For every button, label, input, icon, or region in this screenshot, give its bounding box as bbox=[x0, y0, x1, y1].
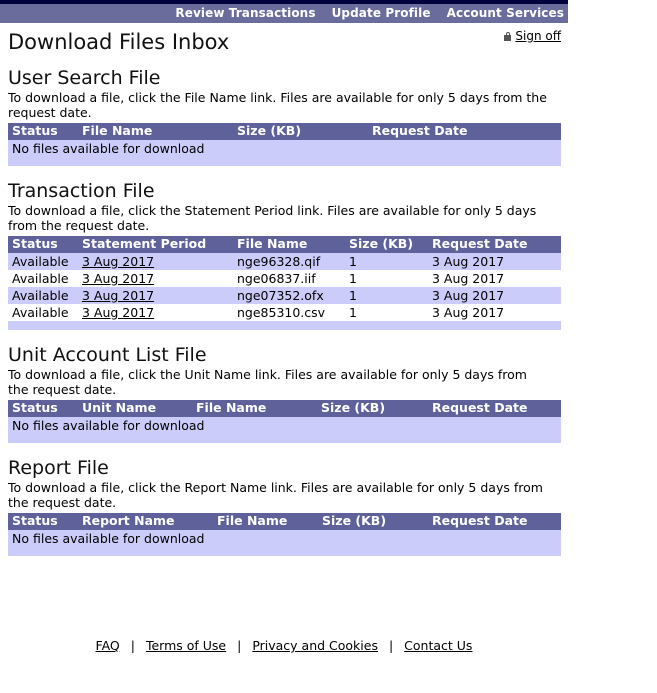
table-footer-strip bbox=[8, 157, 561, 166]
column-header-statement-period: Statement Period bbox=[82, 236, 237, 253]
sign-off[interactable]: Sign off bbox=[504, 29, 561, 43]
cell-statement-period[interactable]: 3 Aug 2017 bbox=[82, 304, 237, 321]
top-navigation: Review Transactions Update Profile Accou… bbox=[0, 0, 568, 23]
section-description: To download a file, click the Report Nam… bbox=[8, 480, 543, 510]
cell-size: 1 bbox=[349, 253, 432, 270]
column-header-size: Size (KB) bbox=[321, 400, 432, 417]
cell-request-date: 3 Aug 2017 bbox=[432, 253, 561, 270]
table-row: Available 3 Aug 2017 nge07352.ofx 1 3 Au… bbox=[8, 287, 561, 304]
column-header-request-date: Request Date bbox=[432, 236, 561, 253]
cell-size: 1 bbox=[349, 270, 432, 287]
nav-item-review-transactions[interactable]: Review Transactions bbox=[175, 4, 315, 23]
section-title: Report File bbox=[8, 457, 109, 479]
cell-status: Available bbox=[8, 270, 82, 287]
page-content: Download Files Inbox Sign off User Searc… bbox=[0, 23, 657, 556]
cell-file-name: nge07352.ofx bbox=[237, 287, 349, 304]
table-header-row: Status File Name Size (KB) Request Date bbox=[8, 123, 561, 140]
table-row: Available 3 Aug 2017 nge96328.qif 1 3 Au… bbox=[8, 253, 561, 270]
footer-link-terms-of-use[interactable]: Terms of Use bbox=[146, 638, 226, 653]
report-file-table: Status Report Name File Name Size (KB) R… bbox=[8, 513, 561, 547]
cell-statement-period[interactable]: 3 Aug 2017 bbox=[82, 270, 237, 287]
cell-request-date: 3 Aug 2017 bbox=[432, 304, 561, 321]
cell-status: Available bbox=[8, 287, 82, 304]
cell-status: Available bbox=[8, 304, 82, 321]
cell-file-name: nge85310.csv bbox=[237, 304, 349, 321]
column-header-size: Size (KB) bbox=[349, 236, 432, 253]
cell-file-name: nge06837.iif bbox=[237, 270, 349, 287]
column-header-request-date: Request Date bbox=[432, 513, 561, 530]
cell-file-name: nge96328.qif bbox=[237, 253, 349, 270]
table-row: Available 3 Aug 2017 nge06837.iif 1 3 Au… bbox=[8, 270, 561, 287]
footer-separator: | bbox=[237, 638, 242, 653]
column-header-file-name: File Name bbox=[196, 400, 321, 417]
column-header-status: Status bbox=[8, 400, 82, 417]
cell-status: Available bbox=[8, 253, 82, 270]
column-header-status: Status bbox=[8, 236, 82, 253]
footer: FAQ | Terms of Use | Privacy and Cookies… bbox=[0, 638, 568, 653]
section-transaction-file: Transaction File To download a file, cli… bbox=[8, 180, 649, 330]
column-header-request-date: Request Date bbox=[372, 123, 561, 140]
empty-message: No files available for download bbox=[8, 530, 561, 547]
section-title: Transaction File bbox=[8, 180, 155, 202]
user-search-file-table: Status File Name Size (KB) Request Date … bbox=[8, 123, 561, 157]
footer-link-privacy-and-cookies[interactable]: Privacy and Cookies bbox=[252, 638, 378, 653]
section-user-search-file: User Search File To download a file, cli… bbox=[8, 67, 649, 166]
column-header-file-name: File Name bbox=[237, 236, 349, 253]
table-header-row: Status Report Name File Name Size (KB) R… bbox=[8, 513, 561, 530]
table-row-empty: No files available for download bbox=[8, 530, 561, 547]
section-description: To download a file, click the File Name … bbox=[8, 90, 547, 120]
nav-item-update-profile[interactable]: Update Profile bbox=[332, 4, 431, 23]
footer-separator: | bbox=[388, 638, 394, 653]
section-description: To download a file, click the Statement … bbox=[8, 203, 537, 233]
column-header-status: Status bbox=[8, 513, 82, 530]
table-footer-strip bbox=[8, 321, 561, 330]
table-footer-strip bbox=[8, 547, 561, 556]
column-header-file-name: File Name bbox=[217, 513, 322, 530]
table-row: Available 3 Aug 2017 nge85310.csv 1 3 Au… bbox=[8, 304, 561, 321]
cell-statement-period[interactable]: 3 Aug 2017 bbox=[82, 287, 237, 304]
lock-icon bbox=[504, 31, 512, 41]
empty-message: No files available for download bbox=[8, 417, 561, 434]
table-header-row: Status Statement Period File Name Size (… bbox=[8, 236, 561, 253]
transaction-file-table: Status Statement Period File Name Size (… bbox=[8, 236, 561, 321]
table-footer-strip bbox=[8, 434, 561, 443]
footer-link-faq[interactable]: FAQ bbox=[96, 638, 120, 653]
cell-statement-period[interactable]: 3 Aug 2017 bbox=[82, 253, 237, 270]
cell-request-date: 3 Aug 2017 bbox=[432, 287, 561, 304]
column-header-size: Size (KB) bbox=[237, 123, 372, 140]
section-unit-account-list-file: Unit Account List File To download a fil… bbox=[8, 344, 649, 443]
section-title: Unit Account List File bbox=[8, 344, 207, 366]
unit-account-list-file-table: Status Unit Name File Name Size (KB) Req… bbox=[8, 400, 561, 434]
table-row-empty: No files available for download bbox=[8, 417, 561, 434]
empty-message: No files available for download bbox=[8, 140, 561, 157]
footer-separator: | bbox=[130, 638, 135, 653]
section-report-file: Report File To download a file, click th… bbox=[8, 457, 649, 556]
column-header-size: Size (KB) bbox=[322, 513, 432, 530]
column-header-status: Status bbox=[8, 123, 82, 140]
title-row: Download Files Inbox Sign off bbox=[8, 23, 649, 54]
statement-period-link[interactable]: 3 Aug 2017 bbox=[82, 305, 154, 320]
column-header-file-name: File Name bbox=[82, 123, 237, 140]
statement-period-link[interactable]: 3 Aug 2017 bbox=[82, 271, 154, 286]
cell-size: 1 bbox=[349, 304, 432, 321]
cell-size: 1 bbox=[349, 287, 432, 304]
nav-bar: Review Transactions Update Profile Accou… bbox=[0, 4, 568, 23]
column-header-request-date: Request Date bbox=[432, 400, 561, 417]
statement-period-link[interactable]: 3 Aug 2017 bbox=[82, 254, 154, 269]
sign-off-link[interactable]: Sign off bbox=[515, 29, 561, 43]
cell-request-date: 3 Aug 2017 bbox=[432, 270, 561, 287]
column-header-unit-name: Unit Name bbox=[82, 400, 196, 417]
footer-link-contact-us[interactable]: Contact Us bbox=[404, 638, 472, 653]
section-description: To download a file, click the Unit Name … bbox=[8, 367, 527, 397]
section-title: User Search File bbox=[8, 67, 161, 89]
table-row-empty: No files available for download bbox=[8, 140, 561, 157]
column-header-report-name: Report Name bbox=[82, 513, 217, 530]
statement-period-link[interactable]: 3 Aug 2017 bbox=[82, 288, 154, 303]
table-header-row: Status Unit Name File Name Size (KB) Req… bbox=[8, 400, 561, 417]
nav-item-account-services[interactable]: Account Services bbox=[447, 4, 564, 23]
